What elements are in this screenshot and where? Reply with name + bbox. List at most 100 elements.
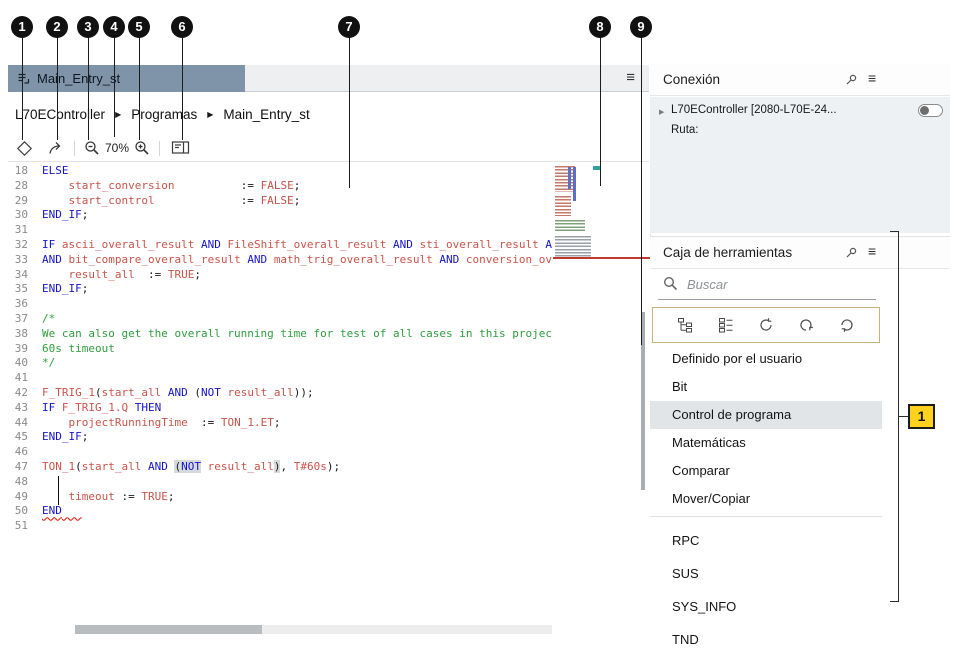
connection-panel-body: ▶ L70EController [2080-L70E-24... Ruta: <box>650 97 950 233</box>
code-line: 31 <box>8 223 553 238</box>
toolbox-search[interactable]: Buscar <box>650 271 950 301</box>
toolbox-panel-title: Caja de herramientas <box>663 245 792 260</box>
pin-icon[interactable] <box>845 73 858 91</box>
line-number: 40 <box>8 356 42 371</box>
tab-bar: Main_Entry_st ≡ <box>8 65 649 92</box>
minimap-error-marker <box>553 257 650 259</box>
search-icon <box>663 276 678 296</box>
breadcrumb-item[interactable]: Main_Entry_st <box>223 107 309 122</box>
connection-toggle[interactable] <box>918 104 943 117</box>
breadcrumb-item[interactable]: Programas <box>131 107 197 122</box>
line-number: 44 <box>8 416 42 431</box>
callout-4: 4 <box>103 16 125 38</box>
sync-down-icon[interactable] <box>839 317 855 333</box>
toolbox-menu-icon[interactable]: ≡ <box>868 243 876 259</box>
line-number: 18 <box>8 164 42 179</box>
minimap-marker <box>593 166 601 170</box>
zoom-in-icon[interactable] <box>134 140 153 158</box>
zoom-level[interactable]: 70% <box>105 141 129 155</box>
line-number: 47 <box>8 460 42 475</box>
toolbox-panel-header: Caja de herramientas ≡ <box>650 237 950 269</box>
line-number: 30 <box>8 208 42 223</box>
toolbox-panel: Caja de herramientas ≡ Buscar Definido p… <box>650 236 950 644</box>
line-number: 39 <box>8 342 42 357</box>
editor-view-icon[interactable] <box>171 140 190 158</box>
code-line: 37/* <box>8 312 553 327</box>
toolbox-item-sus[interactable]: SUS <box>650 557 882 590</box>
toolbox-item-matematicas[interactable]: Matemáticas <box>650 429 882 457</box>
line-number: 34 <box>8 268 42 283</box>
toolbox-item-mover-copiar[interactable]: Mover/Copiar <box>650 485 882 513</box>
code-line: 47TON_1(start_all AND (NOT result_all), … <box>8 460 553 475</box>
code-line: 41 <box>8 371 553 386</box>
search-placeholder: Buscar <box>687 277 727 292</box>
side-bracket-tick <box>890 231 899 232</box>
sync-icon[interactable] <box>758 317 774 333</box>
line-number: 49 <box>8 490 42 505</box>
code-line: 33AND bit_compare_overall_result AND mat… <box>8 253 553 268</box>
minimap-code-block <box>555 166 575 192</box>
vertical-scrollbar-thumb[interactable] <box>641 312 645 490</box>
toolbox-item-tnd[interactable]: TND <box>650 623 882 656</box>
code-line: 36 <box>8 297 553 312</box>
line-number: 46 <box>8 445 42 460</box>
line-number: 33 <box>8 253 42 268</box>
st-program-icon <box>17 72 30 85</box>
vertical-scrollbar[interactable] <box>637 163 648 622</box>
code-line: 49 timeout := TRUE; <box>8 490 553 505</box>
connection-menu-icon[interactable]: ≡ <box>868 70 876 86</box>
code-line: 46 <box>8 445 553 460</box>
code-line: 35END_IF; <box>8 282 553 297</box>
editor-menu-icon[interactable]: ≡ <box>626 69 635 86</box>
tab-main-entry-st[interactable]: Main_Entry_st <box>8 65 245 92</box>
line-number: 36 <box>8 297 42 312</box>
controller-device-item[interactable]: L70EController [2080-L70E-24... <box>671 104 837 116</box>
line-number: 42 <box>8 386 42 401</box>
toolbox-view-buttons <box>652 307 880 343</box>
toolbox-item-rpc[interactable]: RPC <box>650 524 882 557</box>
expander-triangle-icon[interactable]: ▶ <box>659 108 664 116</box>
line-number: 38 <box>8 327 42 342</box>
goto-arrow-icon[interactable] <box>48 140 67 158</box>
code-line: 32IF ascii_overall_result AND FileShift_… <box>8 238 553 253</box>
tree-view-icon[interactable] <box>677 317 693 333</box>
horizontal-scrollbar-thumb[interactable] <box>75 625 262 634</box>
flat-view-icon[interactable] <box>718 317 734 333</box>
callout-8: 8 <box>589 16 611 38</box>
toolbox-item-definido-por-el-usuario[interactable]: Definido por el usuario <box>650 345 882 373</box>
side-bracket-tick <box>890 601 899 602</box>
toolbox-item-bit[interactable]: Bit <box>650 373 882 401</box>
toolbar-separator <box>74 141 75 156</box>
callout-6: 6 <box>171 16 193 38</box>
code-line: 48 <box>8 475 553 490</box>
breadcrumb: L70EController▶Programas▶Main_Entry_st <box>8 92 649 136</box>
code-line: 29 start_control := FALSE; <box>8 194 553 209</box>
line-number: 48 <box>8 475 42 490</box>
toolbox-item-control-de-programa[interactable]: Control de programa <box>650 401 882 429</box>
bookmark-diamond-icon[interactable] <box>16 140 35 158</box>
code-line: 18ELSE <box>8 164 553 179</box>
callout-3: 3 <box>77 16 99 38</box>
minimap[interactable] <box>553 164 603 264</box>
toolbox-item-comparar[interactable]: Comparar <box>650 457 882 485</box>
editor-toolbar: 70% <box>8 136 649 162</box>
breadcrumb-item[interactable]: L70EController <box>15 107 105 122</box>
code-line: 34 result_all := TRUE; <box>8 268 553 283</box>
horizontal-scrollbar[interactable] <box>75 625 552 634</box>
line-number: 32 <box>8 238 42 253</box>
line-number: 28 <box>8 179 42 194</box>
zoom-out-icon[interactable] <box>84 140 103 158</box>
line-number: 37 <box>8 312 42 327</box>
breadcrumb-separator-icon: ▶ <box>207 110 213 119</box>
toolbox-item-sys-info[interactable]: SYS_INFO <box>650 590 882 623</box>
text-caret <box>58 476 59 505</box>
line-number: 31 <box>8 223 42 238</box>
line-number: 50 <box>8 504 42 519</box>
toolbox-category-list: Definido por el usuarioBitControl de pro… <box>650 345 882 656</box>
sync-right-icon[interactable] <box>798 317 814 333</box>
toggle-knob <box>920 106 929 115</box>
pin-icon[interactable] <box>845 246 858 264</box>
toolbox-group-divider <box>650 516 882 524</box>
code-editor[interactable]: 18ELSE28 start_conversion := FALSE;29 st… <box>8 164 553 539</box>
callout-1: 1 <box>11 16 33 38</box>
